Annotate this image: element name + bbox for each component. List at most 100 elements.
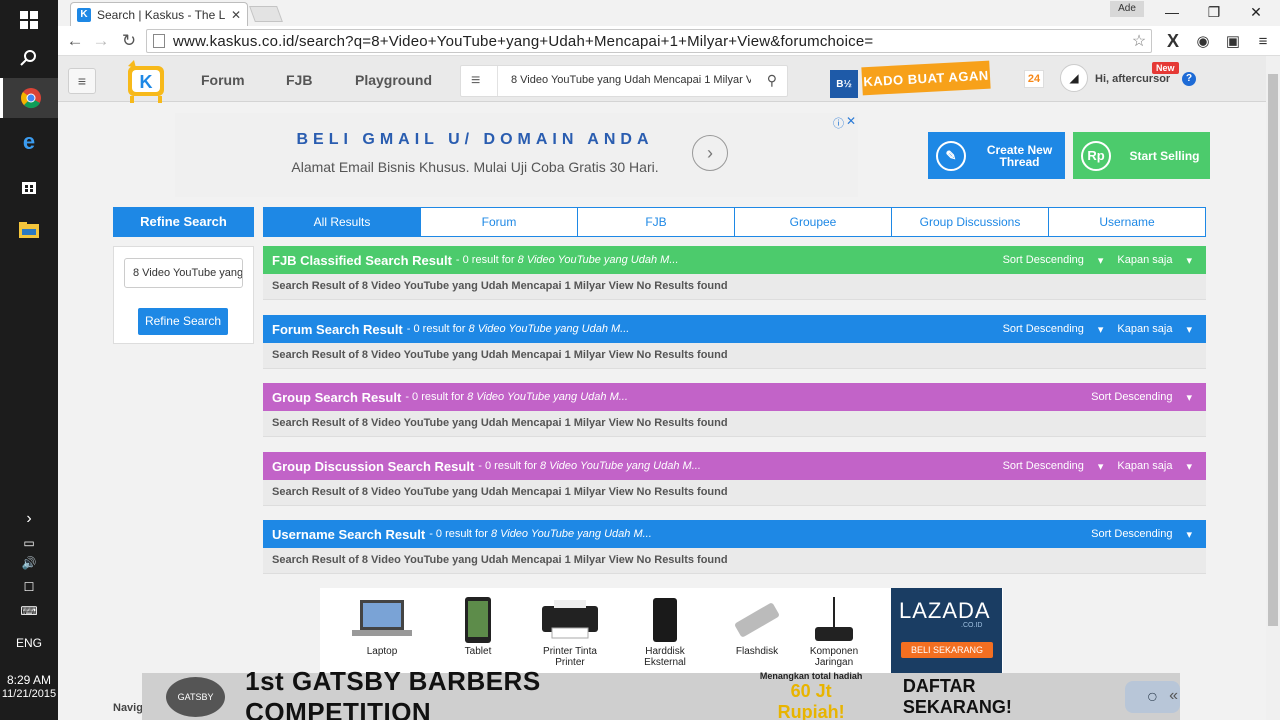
lazada-banner[interactable]: LAZADA .CO.ID BELI SEKARANG — [891, 588, 1002, 676]
ad-info-icon[interactable]: ⓘ — [833, 115, 844, 131]
sort-dropdown[interactable]: Sort Descending — [1003, 323, 1084, 336]
profile-button[interactable]: Ade — [1110, 1, 1144, 17]
explorer-taskbar-button[interactable] — [0, 210, 58, 250]
x-extension-icon[interactable]: X — [1162, 30, 1184, 52]
language-indicator[interactable]: ENG — [0, 636, 58, 650]
time-dropdown[interactable]: Kapan saja — [1117, 323, 1172, 336]
product-laptop[interactable]: Laptop — [342, 594, 422, 657]
product-printer[interactable]: Printer Tinta Printer — [530, 594, 610, 668]
chrome-taskbar-button[interactable] — [0, 78, 58, 118]
lazada-cta-button[interactable]: BELI SEKARANG — [901, 642, 993, 658]
search-filter-icon[interactable]: ≡ — [471, 72, 480, 90]
tab-groupee[interactable]: Groupee — [735, 207, 892, 237]
forward-button[interactable]: → — [90, 30, 112, 52]
start-selling-button[interactable]: Rp Start Selling — [1073, 132, 1210, 179]
product-network[interactable]: Komponen Jaringan — [794, 594, 874, 668]
time-dropdown[interactable]: Kapan saja — [1117, 460, 1172, 473]
tab-username[interactable]: Username — [1049, 207, 1206, 237]
result-title[interactable]: FJB Classified Search Result — [272, 253, 452, 268]
help-icon[interactable]: ? — [1182, 72, 1196, 86]
tab-all-results[interactable]: All Results — [263, 207, 421, 237]
result-header: Forum Search Result - 0 result for 8 Vid… — [263, 315, 1206, 343]
chevron-down-icon[interactable]: ▾ — [1098, 460, 1104, 473]
chevron-down-icon[interactable]: ▾ — [1186, 323, 1192, 336]
keyboard-icon[interactable]: ⌨ — [0, 604, 58, 618]
volume-icon[interactable]: 🔊 — [0, 556, 58, 570]
search-button[interactable] — [0, 38, 58, 78]
bookmark-star-icon[interactable]: ☆ — [1127, 31, 1151, 51]
start-button[interactable] — [0, 0, 58, 40]
store-taskbar-button[interactable] — [0, 166, 58, 206]
search-icon[interactable]: ⚲ — [767, 72, 777, 89]
chevron-down-icon[interactable]: ▾ — [1186, 391, 1192, 404]
kaskus-logo-icon[interactable]: K — [120, 58, 172, 104]
url-text[interactable]: www.kaskus.co.id/search?q=8+Video+YouTub… — [173, 33, 1127, 50]
lazada-domain: .CO.ID — [961, 622, 983, 629]
user-greeting[interactable]: Hi, aftercursor — [1095, 73, 1170, 85]
result-title[interactable]: Username Search Result — [272, 527, 425, 542]
footer-nav[interactable]: Navig — [113, 702, 143, 714]
sort-dropdown[interactable]: Sort Descending — [1091, 528, 1172, 541]
page-scrollbar[interactable] — [1266, 56, 1280, 720]
tab-fjb[interactable]: FJB — [578, 207, 735, 237]
time-dropdown[interactable]: Kapan saja — [1117, 254, 1172, 267]
menu-icon[interactable]: ≡ — [1252, 30, 1274, 52]
instagram-extension-icon[interactable]: ▣ — [1222, 30, 1244, 52]
battery-icon[interactable]: ▭ — [0, 536, 58, 550]
notification-count[interactable]: 24 — [1024, 70, 1044, 88]
new-tab-button[interactable] — [249, 6, 283, 22]
tab-forum[interactable]: Forum — [421, 207, 578, 237]
restore-button[interactable]: ❐ — [1192, 0, 1236, 24]
sort-dropdown[interactable]: Sort Descending — [1003, 460, 1084, 473]
reload-button[interactable]: ↻ — [118, 30, 140, 52]
chevron-down-icon[interactable]: ▾ — [1186, 254, 1192, 267]
gmail-ad[interactable]: BELI GMAIL U/ DOMAIN ANDA Alamat Email B… — [175, 113, 858, 197]
refine-search-button[interactable]: Refine Search — [138, 308, 228, 335]
result-count: - 0 result for 8 Video YouTube yang Udah… — [406, 323, 630, 335]
close-window-button[interactable]: ✕ — [1234, 0, 1278, 24]
chevron-left-icon[interactable]: « — [1169, 687, 1178, 705]
chevron-down-icon[interactable]: ▾ — [1098, 254, 1104, 267]
header-search-input[interactable]: 8 Video YouTube yang Udah Mencapai 1 Mil… — [511, 74, 751, 86]
ad-close-icon[interactable]: ✕ — [846, 114, 856, 128]
refine-search-input[interactable]: 8 Video YouTube yang Udah Mencapai 1 Mil… — [124, 258, 243, 288]
back-button[interactable]: ← — [64, 30, 86, 52]
address-bar[interactable]: www.kaskus.co.id/search?q=8+Video+YouTub… — [146, 29, 1152, 53]
edge-taskbar-button[interactable]: e — [0, 122, 58, 162]
gatsby-cta[interactable]: DAFTAR SEKARANG! — [903, 676, 1087, 718]
site-header: ≡ K Forum FJB Playground ≡ 8 Video YouTu… — [58, 56, 1266, 104]
create-thread-button[interactable]: ✎ Create New Thread — [928, 132, 1065, 179]
sort-dropdown[interactable]: Sort Descending — [1091, 391, 1172, 404]
nav-forum[interactable]: Forum — [201, 72, 245, 88]
notification-icon[interactable]: ☐ — [0, 580, 58, 594]
chevron-right-icon[interactable]: › — [692, 135, 728, 171]
sort-dropdown[interactable]: Sort Descending — [1003, 254, 1084, 267]
chevron-down-icon[interactable]: ▾ — [1098, 323, 1104, 336]
chevron-up-icon[interactable]: › — [0, 510, 58, 528]
nav-fjb[interactable]: FJB — [286, 72, 312, 88]
minimize-button[interactable]: — — [1150, 0, 1194, 24]
chevron-down-icon[interactable]: ▾ — [1186, 460, 1192, 473]
lazada-ad[interactable]: Laptop Tablet Printer Tinta Printer Hard… — [320, 588, 1003, 676]
result-title[interactable]: Group Search Result — [272, 390, 401, 405]
browser-tab[interactable]: K Search | Kaskus - The Larg ✕ — [70, 2, 248, 26]
result-body: Search Result of 8 Video YouTube yang Ud… — [263, 548, 1206, 574]
nav-playground[interactable]: Playground — [355, 72, 432, 88]
scrollbar-thumb[interactable] — [1268, 74, 1278, 626]
result-header: Username Search Result - 0 result for 8 … — [263, 520, 1206, 548]
close-tab-icon[interactable]: ✕ — [231, 8, 241, 22]
product-harddisk[interactable]: Harddisk Eksternal — [625, 594, 705, 668]
clock-time[interactable]: 8:29 AM — [0, 673, 58, 687]
result-title[interactable]: Forum Search Result — [272, 322, 403, 337]
chevron-down-icon[interactable]: ▾ — [1186, 528, 1192, 541]
tab-group-discussions[interactable]: Group Discussions — [892, 207, 1049, 237]
site-menu-button[interactable]: ≡ — [68, 68, 96, 94]
product-tablet[interactable]: Tablet — [438, 594, 518, 657]
result-title[interactable]: Group Discussion Search Result — [272, 459, 474, 474]
kado-promo[interactable]: B½ KADO BUAT AGAN — [828, 60, 992, 100]
clock-date[interactable]: 11/21/2015 — [0, 688, 58, 700]
extension-circle-icon[interactable]: ◉ — [1192, 30, 1214, 52]
product-flashdisk[interactable]: Flashdisk — [717, 594, 797, 657]
gatsby-banner[interactable]: GATSBY 1st GATSBY BARBERS COMPETITION Me… — [142, 666, 1180, 720]
avatar[interactable]: ◢ — [1060, 64, 1088, 92]
